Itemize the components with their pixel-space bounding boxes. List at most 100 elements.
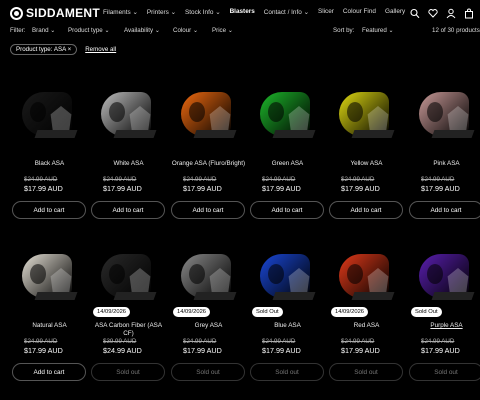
product-image[interactable]: [327, 232, 406, 318]
product-name[interactable]: Purple ASA: [407, 322, 480, 338]
sale-price: $17.99 AUD: [24, 184, 63, 193]
product-badge: 14/09/2026: [93, 307, 131, 317]
sale-price: $17.99 AUD: [421, 184, 460, 193]
product-card[interactable]: Pink ASA $24.99 AUD $17.99 AUD: [407, 70, 480, 193]
product-card[interactable]: Green ASA $24.99 AUD $17.99 AUD: [248, 70, 327, 193]
product-badge: 14/09/2026: [173, 307, 211, 317]
product-badge: Sold Out: [411, 307, 442, 317]
search-icon[interactable]: [410, 6, 420, 19]
filament-spool-image: [22, 84, 78, 142]
filament-spool-image: [260, 246, 316, 304]
product-name[interactable]: Green ASA: [248, 160, 327, 176]
brand-name: SIDDAMENT: [26, 6, 101, 20]
product-card[interactable]: Grey ASA $24.99 AUD $17.99 AUD: [169, 232, 248, 355]
remove-all-link[interactable]: Remove all: [85, 46, 116, 53]
filament-spool-image: [339, 84, 395, 142]
product-name[interactable]: Orange ASA (Fluro/Bright): [169, 160, 248, 176]
product-name[interactable]: ASA Carbon Fiber (ASA CF): [89, 322, 168, 338]
filament-spool-image: [419, 84, 475, 142]
product-image[interactable]: [248, 232, 327, 318]
product-card[interactable]: Blue ASA $24.99 AUD $17.99 AUD: [248, 232, 327, 355]
add-to-cart-button[interactable]: Add to cart: [12, 363, 86, 381]
nav-filaments[interactable]: Filaments ⌄: [103, 8, 138, 16]
product-image[interactable]: [10, 232, 89, 318]
product-image[interactable]: [169, 232, 248, 318]
sale-price: $17.99 AUD: [262, 346, 301, 355]
regular-price: $39.99 AUD: [103, 338, 137, 345]
product-card[interactable]: Red ASA $24.99 AUD $17.99 AUD: [327, 232, 406, 355]
product-name[interactable]: Blue ASA: [248, 322, 327, 338]
product-name[interactable]: Red ASA: [327, 322, 406, 338]
add-to-cart-button[interactable]: Add to cart: [171, 201, 245, 219]
nav-stock-info[interactable]: Stock Info ⌄: [185, 8, 221, 16]
filter-price[interactable]: Price ⌄: [212, 27, 233, 34]
logo[interactable]: SIDDAMENT: [10, 6, 100, 20]
add-to-cart-button[interactable]: Add to cart: [409, 201, 480, 219]
sale-price: $24.99 AUD: [103, 346, 142, 355]
filter-availability[interactable]: Availability ⌄: [124, 27, 160, 34]
product-name[interactable]: Pink ASA: [407, 160, 480, 176]
wishlist-heart-icon[interactable]: [428, 6, 438, 18]
product-image[interactable]: [89, 232, 168, 318]
product-image[interactable]: [89, 70, 168, 156]
sort-label: Sort by:: [333, 27, 355, 34]
sale-price: $17.99 AUD: [183, 184, 222, 193]
product-card[interactable]: Natural ASA $24.99 AUD $17.99 AUD: [10, 232, 89, 355]
add-to-cart-button[interactable]: Add to cart: [250, 201, 324, 219]
main-nav: Filaments ⌄ Printers ⌄ Stock Info ⌄ Blas…: [103, 8, 405, 16]
product-card[interactable]: ASA Carbon Fiber (ASA CF) $39.99 AUD $24.9…: [89, 232, 168, 355]
filament-spool-image: [339, 246, 395, 304]
filter-label: Filter:: [10, 27, 26, 34]
add-to-cart-button[interactable]: Add to cart: [329, 201, 403, 219]
add-to-cart-button[interactable]: Add to cart: [12, 201, 86, 219]
regular-price: $24.99 AUD: [183, 338, 217, 345]
filter-product-type[interactable]: Product type ⌄: [68, 27, 110, 34]
product-card[interactable]: Purple ASA $24.99 AUD $17.99 AUD: [407, 232, 480, 355]
active-filter-chip[interactable]: Product type: ASA ×: [10, 44, 78, 55]
filter-brand[interactable]: Brand ⌄: [32, 27, 55, 34]
sort-select[interactable]: Featured ⌄: [362, 27, 394, 34]
product-card[interactable]: Black ASA $24.99 AUD $17.99 AUD: [10, 70, 89, 193]
regular-price: $24.99 AUD: [183, 176, 217, 183]
sold-out-button[interactable]: Sold out: [171, 363, 245, 381]
product-name[interactable]: Yellow ASA: [327, 160, 406, 176]
sale-price: $17.99 AUD: [341, 346, 380, 355]
nav-contact-info[interactable]: Contact / Info ⌄: [264, 8, 309, 16]
add-to-cart-button[interactable]: Add to cart: [91, 201, 165, 219]
sale-price: $17.99 AUD: [421, 346, 460, 355]
filter-colour[interactable]: Colour ⌄: [173, 27, 198, 34]
regular-price: $24.99 AUD: [341, 338, 375, 345]
product-image[interactable]: [327, 70, 406, 156]
product-count: 12 of 30 products: [432, 27, 480, 34]
nav-slicer[interactable]: Slicer: [318, 8, 334, 16]
cart-bag-icon[interactable]: [464, 6, 474, 19]
product-card[interactable]: Orange ASA (Fluro/Bright) $24.99 AUD $17.9…: [169, 70, 248, 193]
product-name[interactable]: White ASA: [89, 160, 168, 176]
account-icon[interactable]: [446, 6, 456, 19]
nav-blasters[interactable]: Blasters: [230, 8, 255, 16]
sold-out-button[interactable]: Sold out: [250, 363, 324, 381]
product-card[interactable]: Yellow ASA $24.99 AUD $17.99 AUD: [327, 70, 406, 193]
regular-price: $24.99 AUD: [103, 176, 137, 183]
nav-printers[interactable]: Printers ⌄: [147, 8, 176, 16]
sold-out-button[interactable]: Sold out: [329, 363, 403, 381]
product-name[interactable]: Natural ASA: [10, 322, 89, 338]
logo-icon: [10, 6, 23, 20]
product-image[interactable]: [10, 70, 89, 156]
product-name[interactable]: Black ASA: [10, 160, 89, 176]
product-card[interactable]: White ASA $24.99 AUD $17.99 AUD: [89, 70, 168, 193]
product-image[interactable]: [407, 70, 480, 156]
site-header: SIDDAMENT Filaments ⌄ Printers ⌄ Stock I…: [0, 0, 480, 26]
product-image[interactable]: [407, 232, 480, 318]
product-badge: 14/09/2026: [331, 307, 369, 317]
sold-out-button[interactable]: Sold out: [91, 363, 165, 381]
nav-colour-find[interactable]: Colour Find: [343, 8, 376, 16]
sold-out-button[interactable]: Sold out: [409, 363, 480, 381]
nav-gallery[interactable]: Gallery: [385, 8, 405, 16]
product-name[interactable]: Grey ASA: [169, 322, 248, 338]
regular-price: $24.99 AUD: [262, 176, 296, 183]
product-image[interactable]: [169, 70, 248, 156]
product-image[interactable]: [248, 70, 327, 156]
filter-bar: Filter: Brand ⌄ Product type ⌄ Availabil…: [10, 26, 480, 40]
sale-price: $17.99 AUD: [103, 184, 142, 193]
